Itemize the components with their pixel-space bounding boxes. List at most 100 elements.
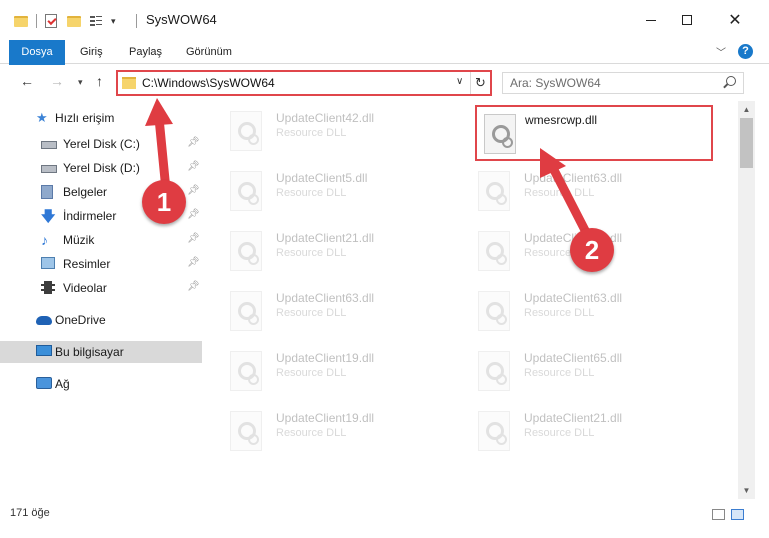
dll-file-icon bbox=[230, 171, 262, 211]
file-name: UpdateClient63.dll bbox=[524, 291, 623, 305]
network-icon bbox=[36, 377, 52, 391]
file-item[interactable]: UpdateClient21.dll Resource DLL bbox=[214, 223, 454, 279]
file-item[interactable]: UpdateClient19.dll Resource DLL bbox=[214, 403, 454, 459]
file-item[interactable]: UpdateClient65.dll Resource DLL bbox=[462, 343, 702, 399]
file-type: Resource DLL bbox=[276, 247, 347, 259]
download-icon: 🡇︎ bbox=[41, 208, 56, 224]
sidebar-item-label: Bu bilgisayar bbox=[55, 345, 124, 359]
file-type: Resource DLL bbox=[276, 187, 347, 199]
file-type: Resource DLL bbox=[276, 367, 347, 379]
step-2-badge: 2 bbox=[570, 228, 614, 272]
scroll-down-icon[interactable]: ▼ bbox=[738, 482, 755, 499]
file-item[interactable]: UpdateClient5.dll Resource DLL bbox=[214, 163, 454, 219]
tab-home[interactable]: Giriş bbox=[80, 40, 103, 64]
file-name: wmesrcwp.dll bbox=[525, 113, 598, 127]
file-type: Resource DLL bbox=[524, 307, 595, 319]
sidebar-item-label: Yerel Disk (C:) bbox=[63, 137, 140, 151]
pin-icon[interactable]: 📌︎ bbox=[187, 137, 200, 148]
close-button[interactable]: ✕ bbox=[712, 0, 758, 40]
properties-check-icon[interactable] bbox=[45, 14, 59, 28]
scrollbar-thumb[interactable] bbox=[740, 118, 753, 168]
pin-icon[interactable]: 📌︎ bbox=[187, 233, 200, 244]
quick-access-toolbar: ▾ bbox=[14, 14, 122, 28]
search-box[interactable] bbox=[502, 72, 744, 94]
search-icon[interactable] bbox=[726, 76, 736, 86]
forward-arrow-icon[interactable]: → bbox=[50, 73, 64, 89]
pin-icon[interactable]: 📌︎ bbox=[187, 257, 200, 268]
sidebar-item-label: Hızlı erişim bbox=[55, 111, 115, 125]
tab-view[interactable]: Görünüm bbox=[186, 40, 232, 64]
sidebar-item-onedrive[interactable]: OneDrive bbox=[0, 309, 202, 331]
sidebar-item-pictures[interactable]: Resimler 📌︎ bbox=[0, 253, 202, 275]
vertical-scrollbar[interactable]: ▲ ▼ bbox=[738, 101, 755, 499]
close-icon: ✕ bbox=[728, 12, 742, 29]
file-name: UpdateClient21.dll bbox=[524, 411, 623, 425]
new-folder-icon[interactable] bbox=[67, 14, 81, 28]
up-arrow-icon[interactable]: ↑ bbox=[96, 73, 103, 89]
address-dropdown-icon[interactable]: ∨ bbox=[456, 76, 463, 87]
sidebar-item-label: İndirmeler bbox=[63, 209, 117, 223]
dll-file-icon bbox=[230, 351, 262, 391]
details-view-icon[interactable] bbox=[712, 509, 725, 520]
dll-file-icon bbox=[478, 411, 510, 451]
dll-file-icon bbox=[484, 114, 516, 154]
sidebar-item-local-disk-c[interactable]: Yerel Disk (C:) 📌︎ bbox=[0, 133, 202, 155]
file-item[interactable]: UpdateClient21.dll Resource DLL bbox=[462, 403, 702, 459]
pin-icon[interactable]: 📌︎ bbox=[187, 161, 200, 172]
folder-icon[interactable] bbox=[14, 14, 28, 28]
scroll-up-icon[interactable]: ▲ bbox=[738, 101, 755, 118]
file-name: UpdateClient19.dll bbox=[276, 411, 375, 425]
sidebar-item-label: Yerel Disk (D:) bbox=[63, 161, 140, 175]
pictures-icon bbox=[41, 257, 56, 271]
folder-icon bbox=[122, 77, 136, 89]
toolbar-dropdown-icon[interactable]: ▾ bbox=[111, 16, 116, 27]
file-type: Resource DLL bbox=[524, 187, 595, 199]
back-arrow-icon[interactable]: ← bbox=[20, 73, 34, 89]
maximize-button[interactable] bbox=[664, 0, 710, 40]
file-name: UpdateClient5.dll bbox=[276, 171, 368, 185]
navigation-pane: ★ Hızlı erişim Yerel Disk (C:) 📌︎ Yerel … bbox=[0, 101, 214, 499]
file-name: UpdateClient65.dll bbox=[524, 351, 623, 365]
computer-icon bbox=[36, 345, 52, 359]
pin-icon[interactable]: 📌︎ bbox=[187, 209, 200, 220]
file-item[interactable]: UpdateClient63.dll Resource DLL bbox=[462, 283, 702, 339]
refresh-icon[interactable]: ↻ bbox=[470, 72, 490, 94]
pin-icon[interactable]: 📌︎ bbox=[187, 281, 200, 292]
cloud-icon bbox=[36, 313, 52, 327]
dll-file-icon bbox=[230, 111, 262, 151]
sidebar-item-videos[interactable]: Videolar 📌︎ bbox=[0, 277, 202, 299]
file-item[interactable]: UpdateClient63.dll Resource DLL bbox=[214, 283, 454, 339]
file-item[interactable]: UpdateClient42.dll Resource DLL bbox=[214, 103, 454, 159]
minimize-icon bbox=[646, 19, 656, 21]
file-item[interactable]: UpdateClient19.dll Resource DLL bbox=[214, 343, 454, 399]
file-type: Resource DLL bbox=[276, 427, 347, 439]
sidebar-item-quick-access[interactable]: ★ Hızlı erişim bbox=[0, 107, 202, 129]
sidebar-item-music[interactable]: ♪ Müzik 📌︎ bbox=[0, 229, 202, 251]
expand-ribbon-icon[interactable]: ﹀ bbox=[716, 44, 726, 59]
recent-locations-icon[interactable]: ▾ bbox=[78, 77, 83, 88]
file-type: Resource DLL bbox=[276, 307, 347, 319]
dll-file-icon bbox=[478, 291, 510, 331]
address-bar[interactable]: C:\Windows\SysWOW64 ∨ ↻ bbox=[116, 70, 492, 96]
maximize-icon bbox=[682, 15, 692, 25]
large-icons-view-icon[interactable] bbox=[731, 509, 744, 520]
dll-file-icon bbox=[478, 171, 510, 211]
help-icon[interactable]: ? bbox=[738, 44, 753, 59]
file-name: UpdateClient21.dll bbox=[276, 231, 375, 245]
tab-share[interactable]: Paylaş bbox=[129, 40, 162, 64]
pin-icon[interactable]: 📌︎ bbox=[187, 185, 200, 196]
sidebar-item-label: Belgeler bbox=[63, 185, 108, 199]
sidebar-item-local-disk-d[interactable]: Yerel Disk (D:) 📌︎ bbox=[0, 157, 202, 179]
ribbon-tabs: Dosya Giriş Paylaş Görünüm ﹀ ? bbox=[0, 40, 769, 96]
documents-icon bbox=[41, 185, 56, 199]
sidebar-item-this-pc[interactable]: Bu bilgisayar bbox=[0, 341, 202, 363]
sidebar-item-network[interactable]: Ağ bbox=[0, 373, 202, 395]
file-item[interactable]: UpdateClient63.dll Resource DLL bbox=[462, 163, 702, 219]
file-item-wmesrcwp[interactable]: wmesrcwp.dll bbox=[475, 105, 713, 161]
file-type: Resource DLL bbox=[524, 427, 595, 439]
customize-toolbar-icon[interactable] bbox=[89, 14, 103, 28]
file-name: UpdateClient42.dll bbox=[276, 111, 375, 125]
title-separator bbox=[136, 14, 137, 28]
search-input[interactable] bbox=[503, 73, 713, 93]
address-path[interactable]: C:\Windows\SysWOW64 bbox=[142, 76, 275, 90]
